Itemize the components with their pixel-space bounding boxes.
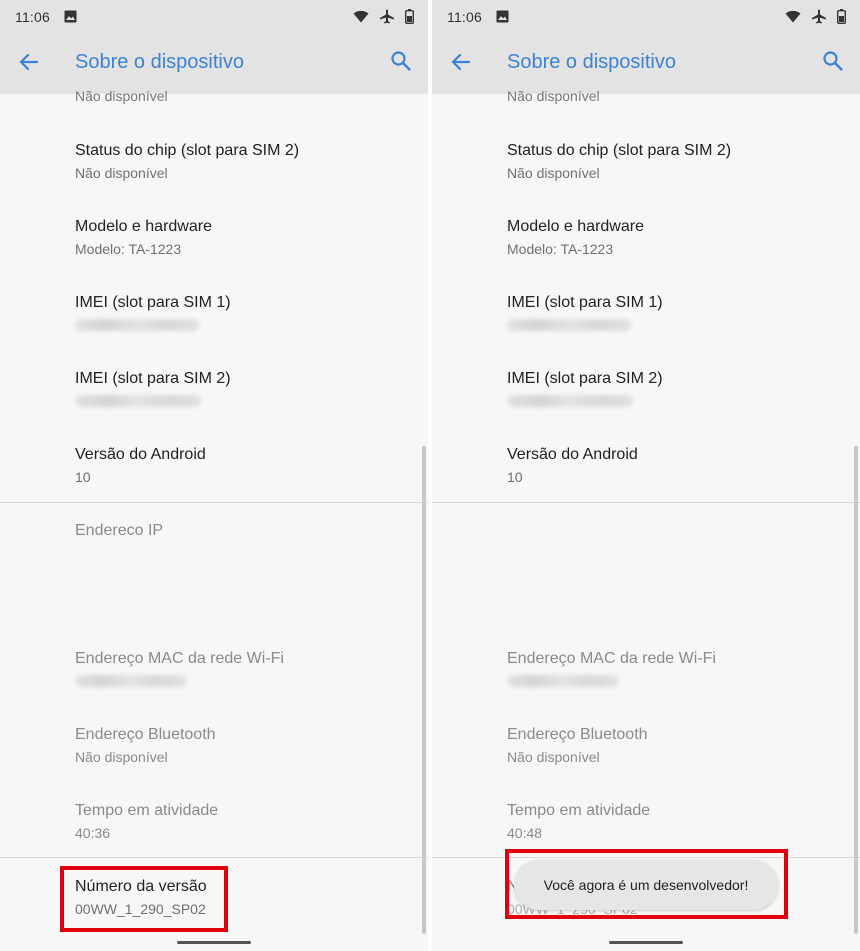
image-icon	[64, 10, 77, 26]
list-item-imei-sim2[interactable]: IMEI (slot para SIM 2)	[507, 369, 837, 412]
airplane-icon	[811, 9, 827, 27]
blurred-value	[75, 319, 199, 331]
app-bar: Sobre o dispositivo	[0, 34, 428, 94]
blurred-value	[75, 675, 187, 687]
wifi-icon	[353, 10, 369, 26]
status-bar: 11:06	[0, 0, 428, 34]
list-item-title: Status do chip (slot para SIM 2)	[75, 142, 300, 159]
phone-screen-left: 11:06 Sobre o dispositivo Não disponível…	[0, 0, 428, 951]
blurred-value	[507, 395, 633, 407]
blurred-value	[507, 675, 619, 687]
arrow-back-icon[interactable]	[450, 51, 472, 78]
battery-icon	[404, 9, 414, 27]
list-item-subtitle-partial: Não disponível	[75, 88, 168, 104]
list-item-uptime: Tempo em atividade 40:48	[507, 801, 837, 842]
list-item-subtitle: Não disponível	[507, 165, 600, 181]
app-bar: Sobre o dispositivo	[432, 34, 860, 94]
list-item-subtitle: Não disponível	[507, 749, 600, 765]
list-item-subtitle: Modelo: TA-1223	[75, 241, 182, 257]
blurred-value	[507, 319, 631, 331]
list-item-subtitle: 40:48	[507, 825, 543, 841]
status-bar: 11:06	[432, 0, 860, 34]
list-item-title: IMEI (slot para SIM 2)	[75, 370, 231, 387]
scrollbar[interactable]	[854, 446, 858, 934]
list-item-subtitle: Não disponível	[75, 165, 168, 181]
list-item-uptime: Tempo em atividade 40:36	[75, 801, 405, 842]
list-item-subtitle: 40:36	[75, 825, 111, 841]
list-item-bluetooth-address: Endereço Bluetooth Não disponível	[75, 725, 405, 766]
list-item-title: IMEI (slot para SIM 1)	[75, 294, 231, 311]
list-item-title: Endereço MAC da rede Wi-Fi	[75, 650, 284, 667]
list-item-title: IMEI (slot para SIM 1)	[507, 294, 663, 311]
list-item-title: Versão do Android	[507, 446, 638, 463]
blurred-value	[75, 395, 201, 407]
list-item-android-version[interactable]: Versão do Android 10	[75, 445, 405, 486]
search-icon[interactable]	[390, 50, 412, 77]
list-item-title: Versão do Android	[75, 446, 206, 463]
list-item-title: Endereco IP	[75, 522, 164, 539]
list-item-subtitle-partial: Não disponível	[507, 88, 600, 104]
divider	[432, 502, 860, 503]
airplane-icon	[379, 9, 395, 27]
highlight-box-toast	[505, 849, 788, 919]
list-item-imei-sim2[interactable]: IMEI (slot para SIM 2)	[75, 369, 405, 412]
list-item-title: Status do chip (slot para SIM 2)	[507, 142, 732, 159]
page-title: Sobre o dispositivo	[507, 51, 676, 73]
list-item-title: Endereço MAC da rede Wi-Fi	[507, 650, 716, 667]
page-title: Sobre o dispositivo	[75, 51, 244, 73]
list-item-title: Endereço Bluetooth	[75, 726, 216, 743]
gesture-nav-bar[interactable]	[177, 941, 251, 944]
list-item-subtitle: Não disponível	[75, 749, 168, 765]
list-item-ip-address: Endereco IP	[75, 521, 405, 541]
wifi-icon	[785, 10, 801, 26]
list-item-sim2-status[interactable]: Status do chip (slot para SIM 2) Não dis…	[507, 141, 837, 182]
search-icon[interactable]	[822, 50, 844, 77]
divider	[0, 857, 428, 858]
phone-screen-right: 11:06 Sobre o dispositivo Não disponível…	[432, 0, 860, 951]
list-item-imei-sim1[interactable]: IMEI (slot para SIM 1)	[507, 293, 837, 336]
divider	[0, 502, 428, 503]
arrow-back-icon[interactable]	[18, 51, 40, 78]
status-time: 11:06	[447, 9, 482, 25]
list-item-title: Tempo em atividade	[507, 802, 651, 819]
list-item-wifi-mac: Endereço MAC da rede Wi-Fi	[507, 649, 837, 692]
list-item-model-hardware[interactable]: Modelo e hardware Modelo: TA-1223	[507, 217, 837, 258]
highlight-box-build-number	[60, 866, 228, 932]
list-item-wifi-mac: Endereço MAC da rede Wi-Fi	[75, 649, 405, 692]
list-item-subtitle: Modelo: TA-1223	[507, 241, 614, 257]
list-item-title: Modelo e hardware	[75, 218, 212, 235]
scrollbar[interactable]	[422, 446, 426, 934]
status-time: 11:06	[15, 9, 50, 25]
list-item-subtitle: 10	[507, 469, 523, 485]
list-item-android-version[interactable]: Versão do Android 10	[507, 445, 837, 486]
list-item-bluetooth-address: Endereço Bluetooth Não disponível	[507, 725, 837, 766]
list-item-title: Tempo em atividade	[75, 802, 219, 819]
battery-icon	[836, 9, 846, 27]
list-item-model-hardware[interactable]: Modelo e hardware Modelo: TA-1223	[75, 217, 405, 258]
list-item-imei-sim1[interactable]: IMEI (slot para SIM 1)	[75, 293, 405, 336]
list-item-title: Modelo e hardware	[507, 218, 644, 235]
list-item-subtitle: 10	[75, 469, 91, 485]
list-item-title: Endereço Bluetooth	[507, 726, 648, 743]
list-item-title: IMEI (slot para SIM 2)	[507, 370, 663, 387]
gesture-nav-bar[interactable]	[609, 941, 683, 944]
image-icon	[496, 10, 509, 26]
list-item-sim2-status[interactable]: Status do chip (slot para SIM 2) Não dis…	[75, 141, 405, 182]
